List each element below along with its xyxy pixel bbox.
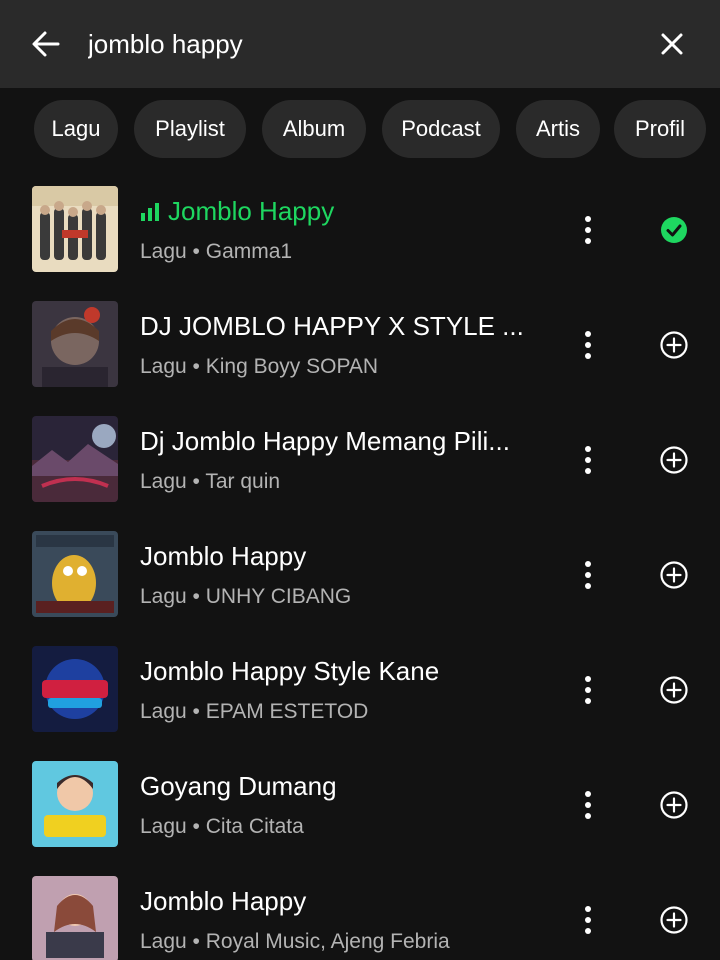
album-cover <box>32 646 118 732</box>
list-item[interactable]: Jomblo Happy Lagu • UNHY CIBANG <box>0 517 720 632</box>
track-subtitle: Lagu • UNHY CIBANG <box>140 585 352 608</box>
album-cover <box>32 876 118 960</box>
track-title-text: Jomblo Happy <box>168 196 335 226</box>
add-to-library-button[interactable] <box>654 555 694 595</box>
list-item[interactable]: Goyang Dumang Lagu • Cita Citata <box>0 747 720 862</box>
list-item[interactable]: Jomblo Happy Lagu • Royal Music, Ajeng F… <box>0 862 720 960</box>
track-title: Jomblo Happy Style Kane <box>140 656 440 686</box>
album-cover <box>32 761 118 847</box>
more-vertical-icon <box>585 676 591 704</box>
add-to-library-button[interactable] <box>654 670 694 710</box>
back-button[interactable] <box>26 24 66 64</box>
track-title: Jomblo Happy <box>140 886 307 916</box>
added-check-button[interactable] <box>654 210 694 250</box>
plus-circle-icon <box>660 561 688 589</box>
album-cover <box>32 416 118 502</box>
track-title: Goyang Dumang <box>140 771 337 801</box>
more-vertical-icon <box>585 331 591 359</box>
clear-search-button[interactable] <box>652 24 692 64</box>
list-item[interactable]: DJ JOMBLO HAPPY X STYLE ... Lagu • King … <box>0 287 720 402</box>
list-item[interactable]: Jomblo Happy Style Kane Lagu • EPAM ESTE… <box>0 632 720 747</box>
add-to-library-button[interactable] <box>654 325 694 365</box>
add-to-library-button[interactable] <box>654 785 694 825</box>
track-title: Dj Jomblo Happy Memang Pili... <box>140 426 510 456</box>
more-vertical-icon <box>585 906 591 934</box>
check-circle-icon <box>661 217 687 243</box>
track-subtitle: Lagu • Cita Citata <box>140 815 304 838</box>
chip-playlist[interactable]: Playlist <box>134 100 246 158</box>
album-cover <box>32 186 118 272</box>
plus-circle-icon <box>660 906 688 934</box>
more-vertical-icon <box>585 561 591 589</box>
track-title: Jomblo Happy <box>140 196 550 227</box>
album-cover <box>32 301 118 387</box>
add-to-library-button[interactable] <box>654 900 694 940</box>
more-options-button[interactable] <box>572 440 604 480</box>
chip-podcast[interactable]: Podcast <box>382 100 500 158</box>
more-options-button[interactable] <box>572 900 604 940</box>
add-to-library-button[interactable] <box>654 440 694 480</box>
track-title: Jomblo Happy <box>140 541 307 571</box>
chip-album[interactable]: Album <box>262 100 366 158</box>
plus-circle-icon <box>660 331 688 359</box>
list-item[interactable]: Jomblo Happy Lagu • Gamma1 <box>0 172 720 287</box>
more-vertical-icon <box>585 791 591 819</box>
arrow-left-icon <box>32 31 60 57</box>
more-options-button[interactable] <box>572 325 604 365</box>
more-vertical-icon <box>585 216 591 244</box>
more-options-button[interactable] <box>572 785 604 825</box>
now-playing-icon <box>141 203 159 221</box>
track-subtitle: Lagu • EPAM ESTETOD <box>140 700 369 723</box>
close-icon <box>661 33 683 55</box>
plus-circle-icon <box>660 676 688 704</box>
more-options-button[interactable] <box>572 670 604 710</box>
more-options-button[interactable] <box>572 555 604 595</box>
chip-artis[interactable]: Artis <box>516 100 600 158</box>
search-header <box>0 0 720 88</box>
chip-lagu[interactable]: Lagu <box>34 100 118 158</box>
track-subtitle: Lagu • Royal Music, Ajeng Febria <box>140 930 450 953</box>
track-subtitle: Lagu • King Boyy SOPAN <box>140 355 379 378</box>
track-subtitle: Lagu • Tar quin <box>140 470 281 493</box>
track-title: DJ JOMBLO HAPPY X STYLE ... <box>140 311 524 341</box>
more-vertical-icon <box>585 446 591 474</box>
plus-circle-icon <box>660 791 688 819</box>
more-options-button[interactable] <box>572 210 604 250</box>
album-cover <box>32 531 118 617</box>
chip-profil[interactable]: Profil <box>614 100 706 158</box>
list-item[interactable]: Dj Jomblo Happy Memang Pili... Lagu • Ta… <box>0 402 720 517</box>
search-input[interactable] <box>88 24 628 64</box>
track-subtitle: Lagu • Gamma1 <box>140 240 293 263</box>
plus-circle-icon <box>660 446 688 474</box>
filter-chips: Lagu Playlist Album Podcast Artis Profil <box>0 100 720 160</box>
